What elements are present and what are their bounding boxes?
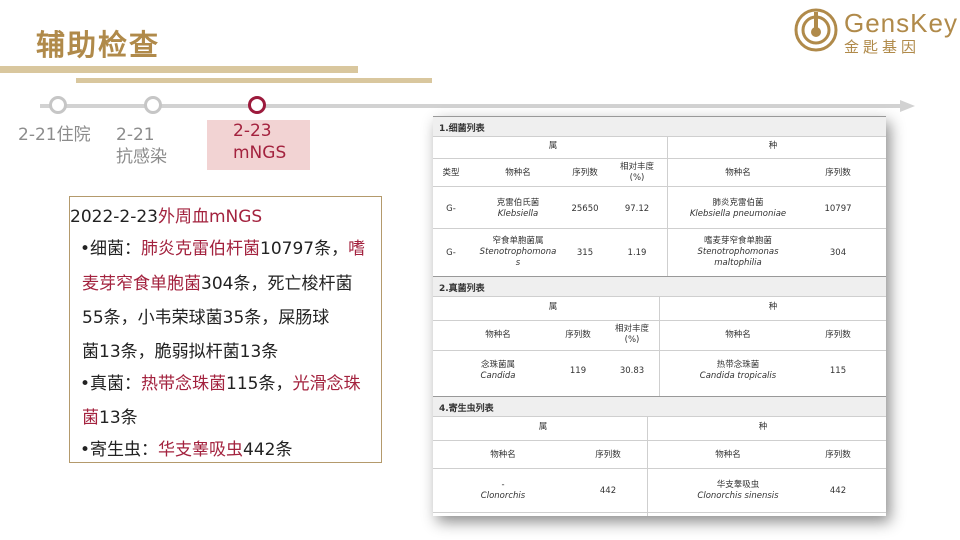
parasite-col-species-name: 物种名 <box>715 450 741 460</box>
mngs-summary-box: 2022-2-23外周血mNGS •细菌：肺炎克雷伯杆菌10797条，嗜 麦芽窄… <box>69 196 382 463</box>
fungi-row-1-genus: 念珠菌属 Candida <box>480 360 516 381</box>
timeline-label-admission: 2-21住院 <box>18 125 91 145</box>
bacteria-col-species-count: 序列数 <box>825 168 851 178</box>
bacteria-col-species-name: 物种名 <box>725 168 751 178</box>
fungi-col-count: 序列数 <box>565 330 591 340</box>
logo-text-cn: 金匙基因 <box>844 38 921 56</box>
title-underline-bar <box>0 66 358 73</box>
bacteria-row-2-type: G- <box>446 248 456 258</box>
bacteria-row-1-species-count: 10797 <box>824 204 852 214</box>
fungi-table-title: 2.真菌列表 <box>433 276 886 296</box>
parasite-row-1-count: 442 <box>599 486 617 496</box>
fungi-row-1-count: 119 <box>569 366 587 376</box>
parasite-species-header: 种 <box>758 422 768 432</box>
bacteria-species-header: 种 <box>768 141 778 151</box>
bacteria-row-2-species-count: 304 <box>829 248 847 258</box>
bacteria-row-2-species: 嗜麦芽窄食单胞菌 Stenotrophomonas maltophilia <box>697 236 779 268</box>
bacteria-row-2-count: 315 <box>576 248 594 258</box>
timeline-label-anti-infection: 2-21 抗感染 <box>116 125 167 167</box>
fungi-genus-header: 属 <box>548 302 558 312</box>
fungi-row-1-species-count: 115 <box>829 366 847 376</box>
genskey-logo-icon <box>794 8 838 52</box>
parasite-line: •寄生虫：华支睾吸虫442条 <box>80 440 293 460</box>
parasite-col-genus-name: 物种名 <box>490 450 516 460</box>
fungi-species-header: 种 <box>768 302 778 312</box>
bacteria-genus-header: 属 <box>548 141 558 151</box>
bacteria-row-1-species: 肺炎克雷伯菌 Klebsiella pneumoniae <box>689 198 787 219</box>
timeline-dot-anti-infection <box>144 96 162 114</box>
timeline-dot-admission <box>49 96 67 114</box>
parasite-row-1-species: 华支睾吸虫 Clonorchis sinensis <box>697 480 779 501</box>
timeline-dot-mngs <box>248 96 266 114</box>
parasite-table-title: 4.寄生虫列表 <box>433 396 886 416</box>
bacteria-row-2-genus: 窄食单胞菌属 Stenotrophomonas <box>479 236 557 268</box>
bacteria-col-abundance: 相对丰度(%) <box>619 162 654 183</box>
bacteria-row-1-count: 25650 <box>571 204 599 214</box>
fungi-col-abundance: 相对丰度(%) <box>614 324 649 345</box>
bacteria-row-2-abundance: 1.19 <box>627 248 647 258</box>
parasite-col-species-count: 序列数 <box>825 450 851 460</box>
bacteria-line-3: 55条，小韦荣球菌35条，屎肠球 <box>82 308 330 328</box>
bacteria-line-1: •细菌：肺炎克雷伯杆菌10797条，嗜 <box>80 239 366 259</box>
timeline-label-mngs: 2-23 mNGS <box>207 120 310 170</box>
bacteria-col-genus-name: 物种名 <box>505 168 531 178</box>
mngs-report-image: 1.细菌列表 属 种 类型 物种名 序列数 相对丰度(%) 物种名 序列数 G-… <box>433 116 886 516</box>
bacteria-col-type: 类型 <box>442 168 460 178</box>
bacteria-col-count: 序列数 <box>572 168 598 178</box>
fungi-col-species-name: 物种名 <box>725 330 751 340</box>
bacteria-row-1-abundance: 97.12 <box>624 204 650 214</box>
bacteria-row-1-genus: 克雷伯氏菌 Klebsiella <box>496 198 540 219</box>
bacteria-line-4: 菌13条，脆弱拟杆菌13条 <box>82 342 279 362</box>
fungi-col-genus-name: 物种名 <box>485 330 511 340</box>
slide-title: 辅助检查 <box>36 28 161 62</box>
parasite-genus-header: 属 <box>538 422 548 432</box>
parasite-row-1-genus: - Clonorchis <box>480 480 526 501</box>
bacteria-line-2: 麦芽窄食单胞菌304条，死亡梭杆菌 <box>82 274 353 294</box>
title-underline-bar-secondary <box>76 78 432 83</box>
parasite-row-1-species-count: 442 <box>829 486 847 496</box>
fungi-col-species-count: 序列数 <box>825 330 851 340</box>
logo-text-en: GensKey <box>844 8 958 38</box>
summary-heading: 2022-2-23外周血mNGS <box>70 207 263 227</box>
fungi-row-1-abundance: 30.83 <box>619 366 645 376</box>
bacteria-row-1-type: G- <box>446 204 456 214</box>
fungi-row-1-species: 热带念珠菌 Candida tropicalis <box>699 360 777 381</box>
genskey-logo: GensKey 金匙基因 <box>794 6 957 56</box>
fungi-line-2: 菌13条 <box>82 408 138 428</box>
timeline-arrow <box>40 100 915 112</box>
fungi-line-1: •真菌：热带念珠菌115条，光滑念珠 <box>80 374 361 394</box>
bacteria-table-title: 1.细菌列表 <box>433 116 886 136</box>
parasite-col-count: 序列数 <box>595 450 621 460</box>
